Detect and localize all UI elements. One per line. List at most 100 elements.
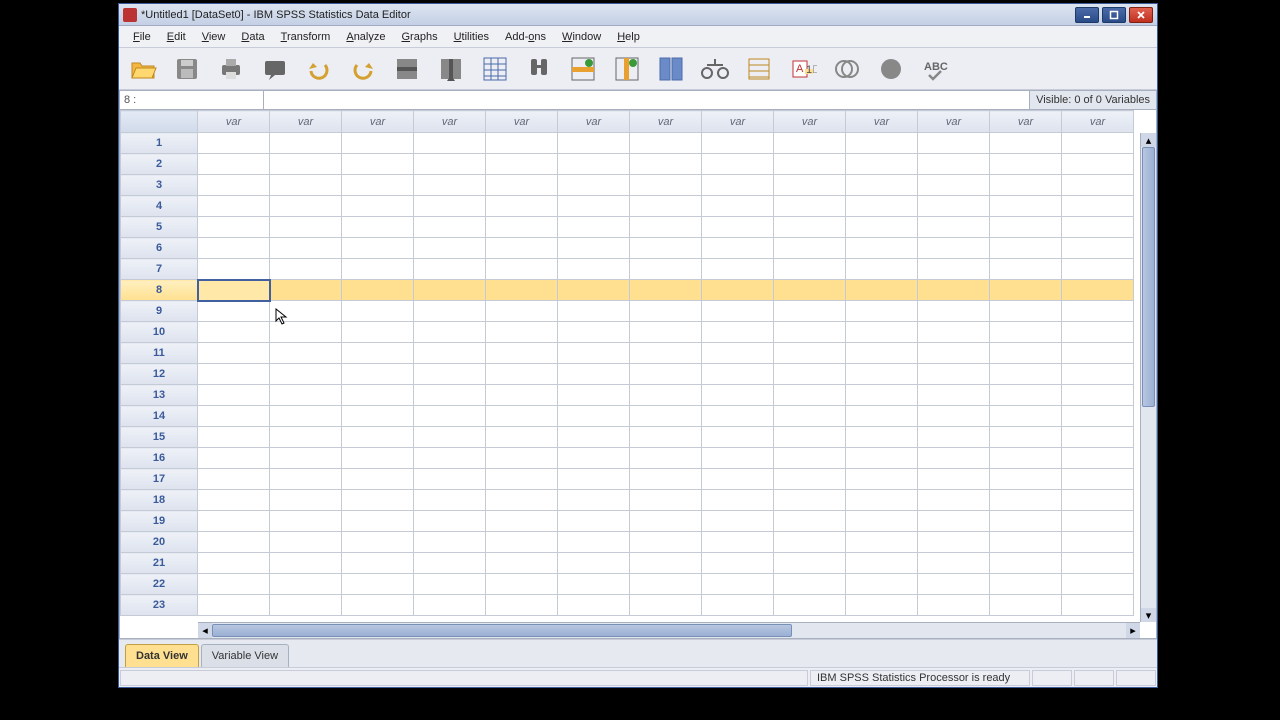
grid-cell[interactable] [990, 406, 1062, 427]
grid-cell[interactable] [918, 217, 990, 238]
grid-cell[interactable] [846, 595, 918, 616]
grid-cell[interactable] [414, 469, 486, 490]
grid-cell[interactable] [990, 364, 1062, 385]
grid-cell[interactable] [270, 301, 342, 322]
grid-cell[interactable] [630, 238, 702, 259]
data-grid[interactable]: varvarvarvarvarvarvarvarvarvarvarvarvar1… [119, 110, 1157, 639]
undo-icon[interactable] [301, 51, 337, 87]
grid-cell[interactable] [918, 385, 990, 406]
grid-cell[interactable] [702, 280, 774, 301]
cell-name-box[interactable]: 8 : [120, 91, 264, 109]
row-header[interactable]: 18 [121, 490, 198, 511]
grid-cell[interactable] [558, 385, 630, 406]
close-button[interactable] [1129, 7, 1153, 23]
grid-cell[interactable] [774, 469, 846, 490]
column-header[interactable]: var [846, 111, 918, 133]
grid-cell[interactable] [846, 427, 918, 448]
grid-cell[interactable] [270, 574, 342, 595]
grid-cell[interactable] [846, 343, 918, 364]
grid-cell[interactable] [342, 175, 414, 196]
grid-cell[interactable] [1062, 469, 1134, 490]
column-header[interactable]: var [558, 111, 630, 133]
grid-cell[interactable] [414, 490, 486, 511]
row-header[interactable]: 20 [121, 532, 198, 553]
goto-case-icon[interactable] [389, 51, 425, 87]
menu-edit[interactable]: Edit [159, 28, 194, 46]
spell-check-icon[interactable]: ABC [917, 51, 953, 87]
grid-cell[interactable] [198, 532, 270, 553]
row-header[interactable]: 1 [121, 133, 198, 154]
grid-cell[interactable] [414, 322, 486, 343]
grid-cell[interactable] [774, 238, 846, 259]
grid-cell[interactable] [990, 322, 1062, 343]
grid-cell[interactable] [342, 259, 414, 280]
grid-cell[interactable] [990, 175, 1062, 196]
row-header[interactable]: 21 [121, 553, 198, 574]
grid-cell[interactable] [558, 133, 630, 154]
grid-cell[interactable] [918, 175, 990, 196]
grid-cell[interactable] [990, 343, 1062, 364]
grid-cell[interactable] [342, 427, 414, 448]
grid-cell[interactable] [1062, 406, 1134, 427]
column-header[interactable]: var [702, 111, 774, 133]
find-icon[interactable] [521, 51, 557, 87]
grid-cell[interactable] [414, 385, 486, 406]
grid-cell[interactable] [198, 427, 270, 448]
grid-cell[interactable] [918, 532, 990, 553]
grid-cell[interactable] [630, 553, 702, 574]
grid-cell[interactable] [774, 154, 846, 175]
grid-cell[interactable] [342, 154, 414, 175]
redo-icon[interactable] [345, 51, 381, 87]
grid-cell[interactable] [342, 595, 414, 616]
grid-cell[interactable] [846, 280, 918, 301]
grid-cell[interactable] [702, 217, 774, 238]
grid-cell[interactable] [630, 532, 702, 553]
grid-cell[interactable] [630, 574, 702, 595]
insert-variable-icon[interactable] [609, 51, 645, 87]
grid-cell[interactable] [486, 469, 558, 490]
grid-cell[interactable] [918, 259, 990, 280]
grid-cell[interactable] [918, 133, 990, 154]
grid-cell[interactable] [918, 406, 990, 427]
scroll-up-icon[interactable]: ▴ [1141, 133, 1156, 147]
grid-cell[interactable] [486, 133, 558, 154]
grid-cell[interactable] [198, 469, 270, 490]
row-header[interactable]: 16 [121, 448, 198, 469]
minimize-button[interactable] [1075, 7, 1099, 23]
grid-cell[interactable] [846, 154, 918, 175]
row-header[interactable]: 9 [121, 301, 198, 322]
grid-cell[interactable] [558, 490, 630, 511]
row-header[interactable]: 8 [121, 280, 198, 301]
grid-cell[interactable] [270, 385, 342, 406]
grid-cell[interactable] [918, 280, 990, 301]
grid-cell[interactable] [846, 406, 918, 427]
grid-cell[interactable] [774, 133, 846, 154]
grid-cell[interactable] [486, 175, 558, 196]
grid-cell[interactable] [846, 217, 918, 238]
grid-cell[interactable] [774, 364, 846, 385]
horizontal-scrollbar[interactable]: ◂ ▸ [198, 622, 1140, 638]
grid-cell[interactable] [342, 196, 414, 217]
grid-cell[interactable] [198, 595, 270, 616]
column-header[interactable]: var [990, 111, 1062, 133]
row-header[interactable]: 12 [121, 364, 198, 385]
grid-cell[interactable] [558, 280, 630, 301]
grid-cell[interactable] [486, 343, 558, 364]
column-header[interactable]: var [918, 111, 990, 133]
grid-cell[interactable] [990, 196, 1062, 217]
grid-cell[interactable] [918, 196, 990, 217]
grid-cell[interactable] [558, 343, 630, 364]
menu-utilities[interactable]: Utilities [446, 28, 497, 46]
grid-cell[interactable] [630, 196, 702, 217]
row-header[interactable]: 10 [121, 322, 198, 343]
grid-cell[interactable] [414, 259, 486, 280]
grid-cell[interactable] [846, 133, 918, 154]
grid-cell[interactable] [630, 301, 702, 322]
row-header[interactable]: 4 [121, 196, 198, 217]
grid-cell[interactable] [1062, 217, 1134, 238]
grid-cell[interactable] [198, 238, 270, 259]
grid-cell[interactable] [486, 490, 558, 511]
grid-cell[interactable] [990, 553, 1062, 574]
grid-cell[interactable] [990, 238, 1062, 259]
row-header[interactable]: 15 [121, 427, 198, 448]
